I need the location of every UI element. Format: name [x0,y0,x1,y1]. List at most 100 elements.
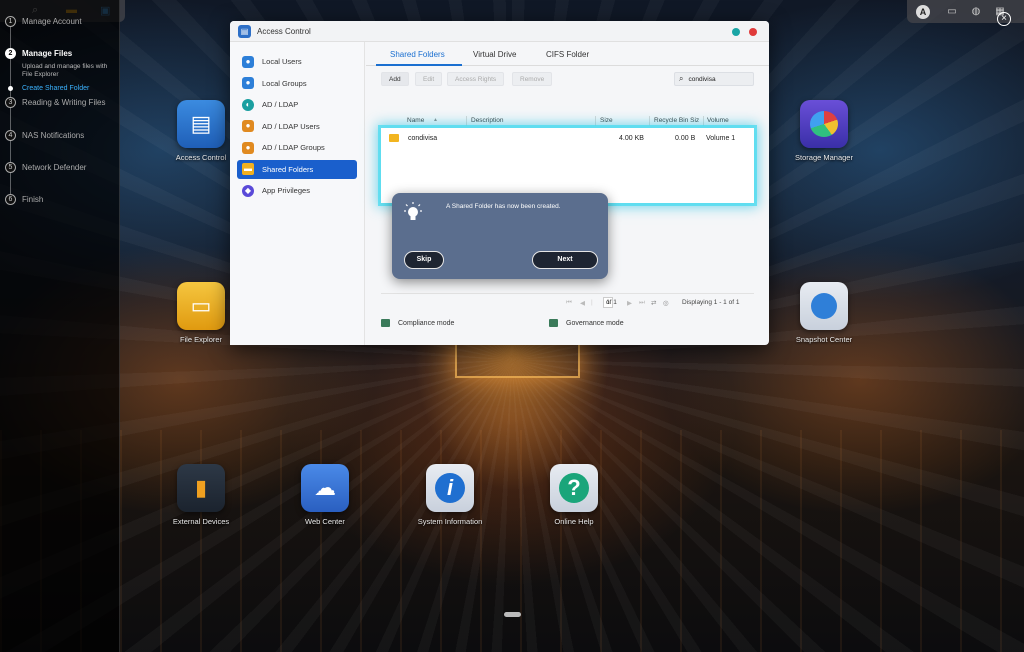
current-substep[interactable]: Create Shared Folder [22,85,117,93]
sidebar-item-label: App Privileges [262,186,310,195]
sidebar-item-label: AD / LDAP [262,100,299,109]
cell-volume: Volume 1 [706,135,736,142]
wallpaper-floor [0,430,1024,652]
sidebar-item-shared-folders[interactable]: ▬ Shared Folders [237,159,357,179]
wizard-step-5[interactable]: 5 Network Defender [5,162,86,173]
cell-size: 4.00 KB [619,135,644,142]
sidebar-item-ad-ldap[interactable]: ◐ AD / LDAP [237,95,357,114]
refresh-icon[interactable]: ⇄ [651,299,656,307]
edit-button[interactable]: Edit [415,72,443,86]
wizard-step-2[interactable]: 2 Manage Files [5,48,72,59]
last-page-icon[interactable]: ⏭ [639,299,645,307]
column-size[interactable]: Size [600,117,613,124]
sidebar-item-label: Shared Folders [262,164,314,174]
column-recycle-bin-size[interactable]: Recycle Bin Siz [654,117,699,124]
close-icon[interactable] [749,28,757,36]
mode-label: Governance mode [566,319,624,327]
step-label: Manage Files [22,49,73,58]
search-icon: ⌕ [679,74,684,83]
wizard-step-4[interactable]: 4 NAS Notifications [5,130,84,141]
desktop-icon-external-devices[interactable]: ▮ External Devices [161,464,241,526]
desktop-icon-file-explorer[interactable]: ▭ File Explorer [161,282,241,344]
compliance-mode-icon [381,319,390,327]
governance-mode-legend: Governance mode [549,319,624,327]
remove-button[interactable]: Remove [512,72,553,86]
desktop-icon-online-help[interactable]: ? Online Help [534,464,614,526]
first-page-icon[interactable]: ⏮ [566,299,572,307]
table-row[interactable]: condivisa 4.00 KB 0.00 B Volume 1 [381,132,754,146]
storage-manager-icon [800,100,848,148]
add-button[interactable]: Add [381,72,409,86]
tab-cifs-folder[interactable]: CIFS Folder [546,50,589,59]
next-page-icon[interactable]: ▶ [627,299,632,307]
column-separator [649,116,650,126]
desktop-icon-access-control[interactable]: ▤ Access Control [161,100,241,162]
column-separator [595,116,596,126]
table-header: Name ▲ Description Size Recycle Bin Siz … [381,114,754,128]
displaying-count: Displaying 1 - 1 of 1 [682,299,740,306]
current-substep-dot [8,86,13,91]
info-icon: i [426,464,474,512]
desktop-icon-label: File Explorer [179,335,223,344]
step-number: 1 [5,16,16,27]
desktop-icon-label: External Devices [172,517,230,526]
mode-label: Compliance mode [398,319,455,327]
usb-icon: ▮ [177,464,225,512]
search-input[interactable] [688,75,749,83]
sort-asc-icon[interactable]: ▲ [433,117,438,123]
step-number: 6 [5,194,16,205]
sidebar-item-local-groups[interactable]: ● Local Groups [237,74,357,93]
column-description[interactable]: Description [471,117,504,124]
home-indicator[interactable] [504,612,521,617]
group-icon: ● [242,77,254,89]
step-label: Reading & Writing Files [22,98,106,107]
step-label: Finish [22,195,44,204]
shared-folders-table: condivisa 4.00 KB 0.00 B Volume 1 [381,128,754,203]
wizard-step-6[interactable]: 6 Finish [5,194,43,205]
desktop-icon-storage-manager[interactable]: Storage Manager [784,100,864,162]
wizard-step-1[interactable]: 1 Manage Account [5,16,82,27]
desktop-icon-label: Web Center [305,517,345,526]
app-icon: ◆ [242,184,254,197]
sidebar-item-label: Local Users [262,57,302,66]
tab-virtual-drive[interactable]: Virtual Drive [473,50,516,59]
directory-icon: ◐ [242,98,254,111]
user-icon: ● [242,120,254,132]
desktop-icon-system-information[interactable]: i System Information [410,464,490,526]
desktop-icon-label: Online Help [554,517,594,526]
column-volume[interactable]: Volume [707,117,729,124]
dashboard-icon[interactable]: ◍ [969,5,983,19]
user-avatar-icon[interactable]: A [916,5,930,19]
page-total: of 1 [606,299,617,306]
web-center-icon: ☁ [301,464,349,512]
access-control-icon: ▤ [238,24,251,38]
sidebar-item-app-privileges[interactable]: ◆ App Privileges [237,181,357,200]
step-label: Manage Account [22,17,82,26]
skip-button[interactable]: Skip [404,251,444,269]
column-name[interactable]: Name [407,117,424,124]
sidebar-item-ad-ldap-groups[interactable]: ● AD / LDAP Groups [237,138,357,157]
desktop-icon-label: Access Control [175,153,227,162]
settings-icon[interactable]: ◎ [663,299,669,307]
step-number: 5 [5,162,16,173]
window-titlebar[interactable]: ▤ Access Control [230,21,769,42]
close-tutorial-icon[interactable]: × [997,12,1011,26]
window-title: Access Control [257,26,311,36]
notification-icon[interactable]: ▭ [945,5,959,19]
column-separator [703,116,704,126]
desktop-icon-web-center[interactable]: ☁ Web Center [285,464,365,526]
window-sidebar: ● Local Users ● Local Groups ◐ AD / LDAP… [230,42,365,345]
sidebar-item-ad-ldap-users[interactable]: ● AD / LDAP Users [237,117,357,136]
access-rights-button[interactable]: Access Rights [447,72,505,86]
search-box[interactable]: ⌕ [674,72,754,86]
next-button[interactable]: Next [532,251,598,269]
tab-shared-folders[interactable]: Shared Folders [390,50,445,59]
minimize-icon[interactable] [732,28,740,36]
folder-icon: ▬ [242,163,254,175]
desktop-icon-snapshot-center[interactable]: Snapshot Center [784,282,864,344]
sidebar-item-local-users[interactable]: ● Local Users [237,52,357,71]
cell-name: condivisa [408,135,438,142]
file-explorer-icon: ▭ [177,282,225,330]
prev-page-icon[interactable]: ◀ [580,299,585,307]
wizard-step-3[interactable]: 3 Reading & Writing Files [5,97,105,108]
